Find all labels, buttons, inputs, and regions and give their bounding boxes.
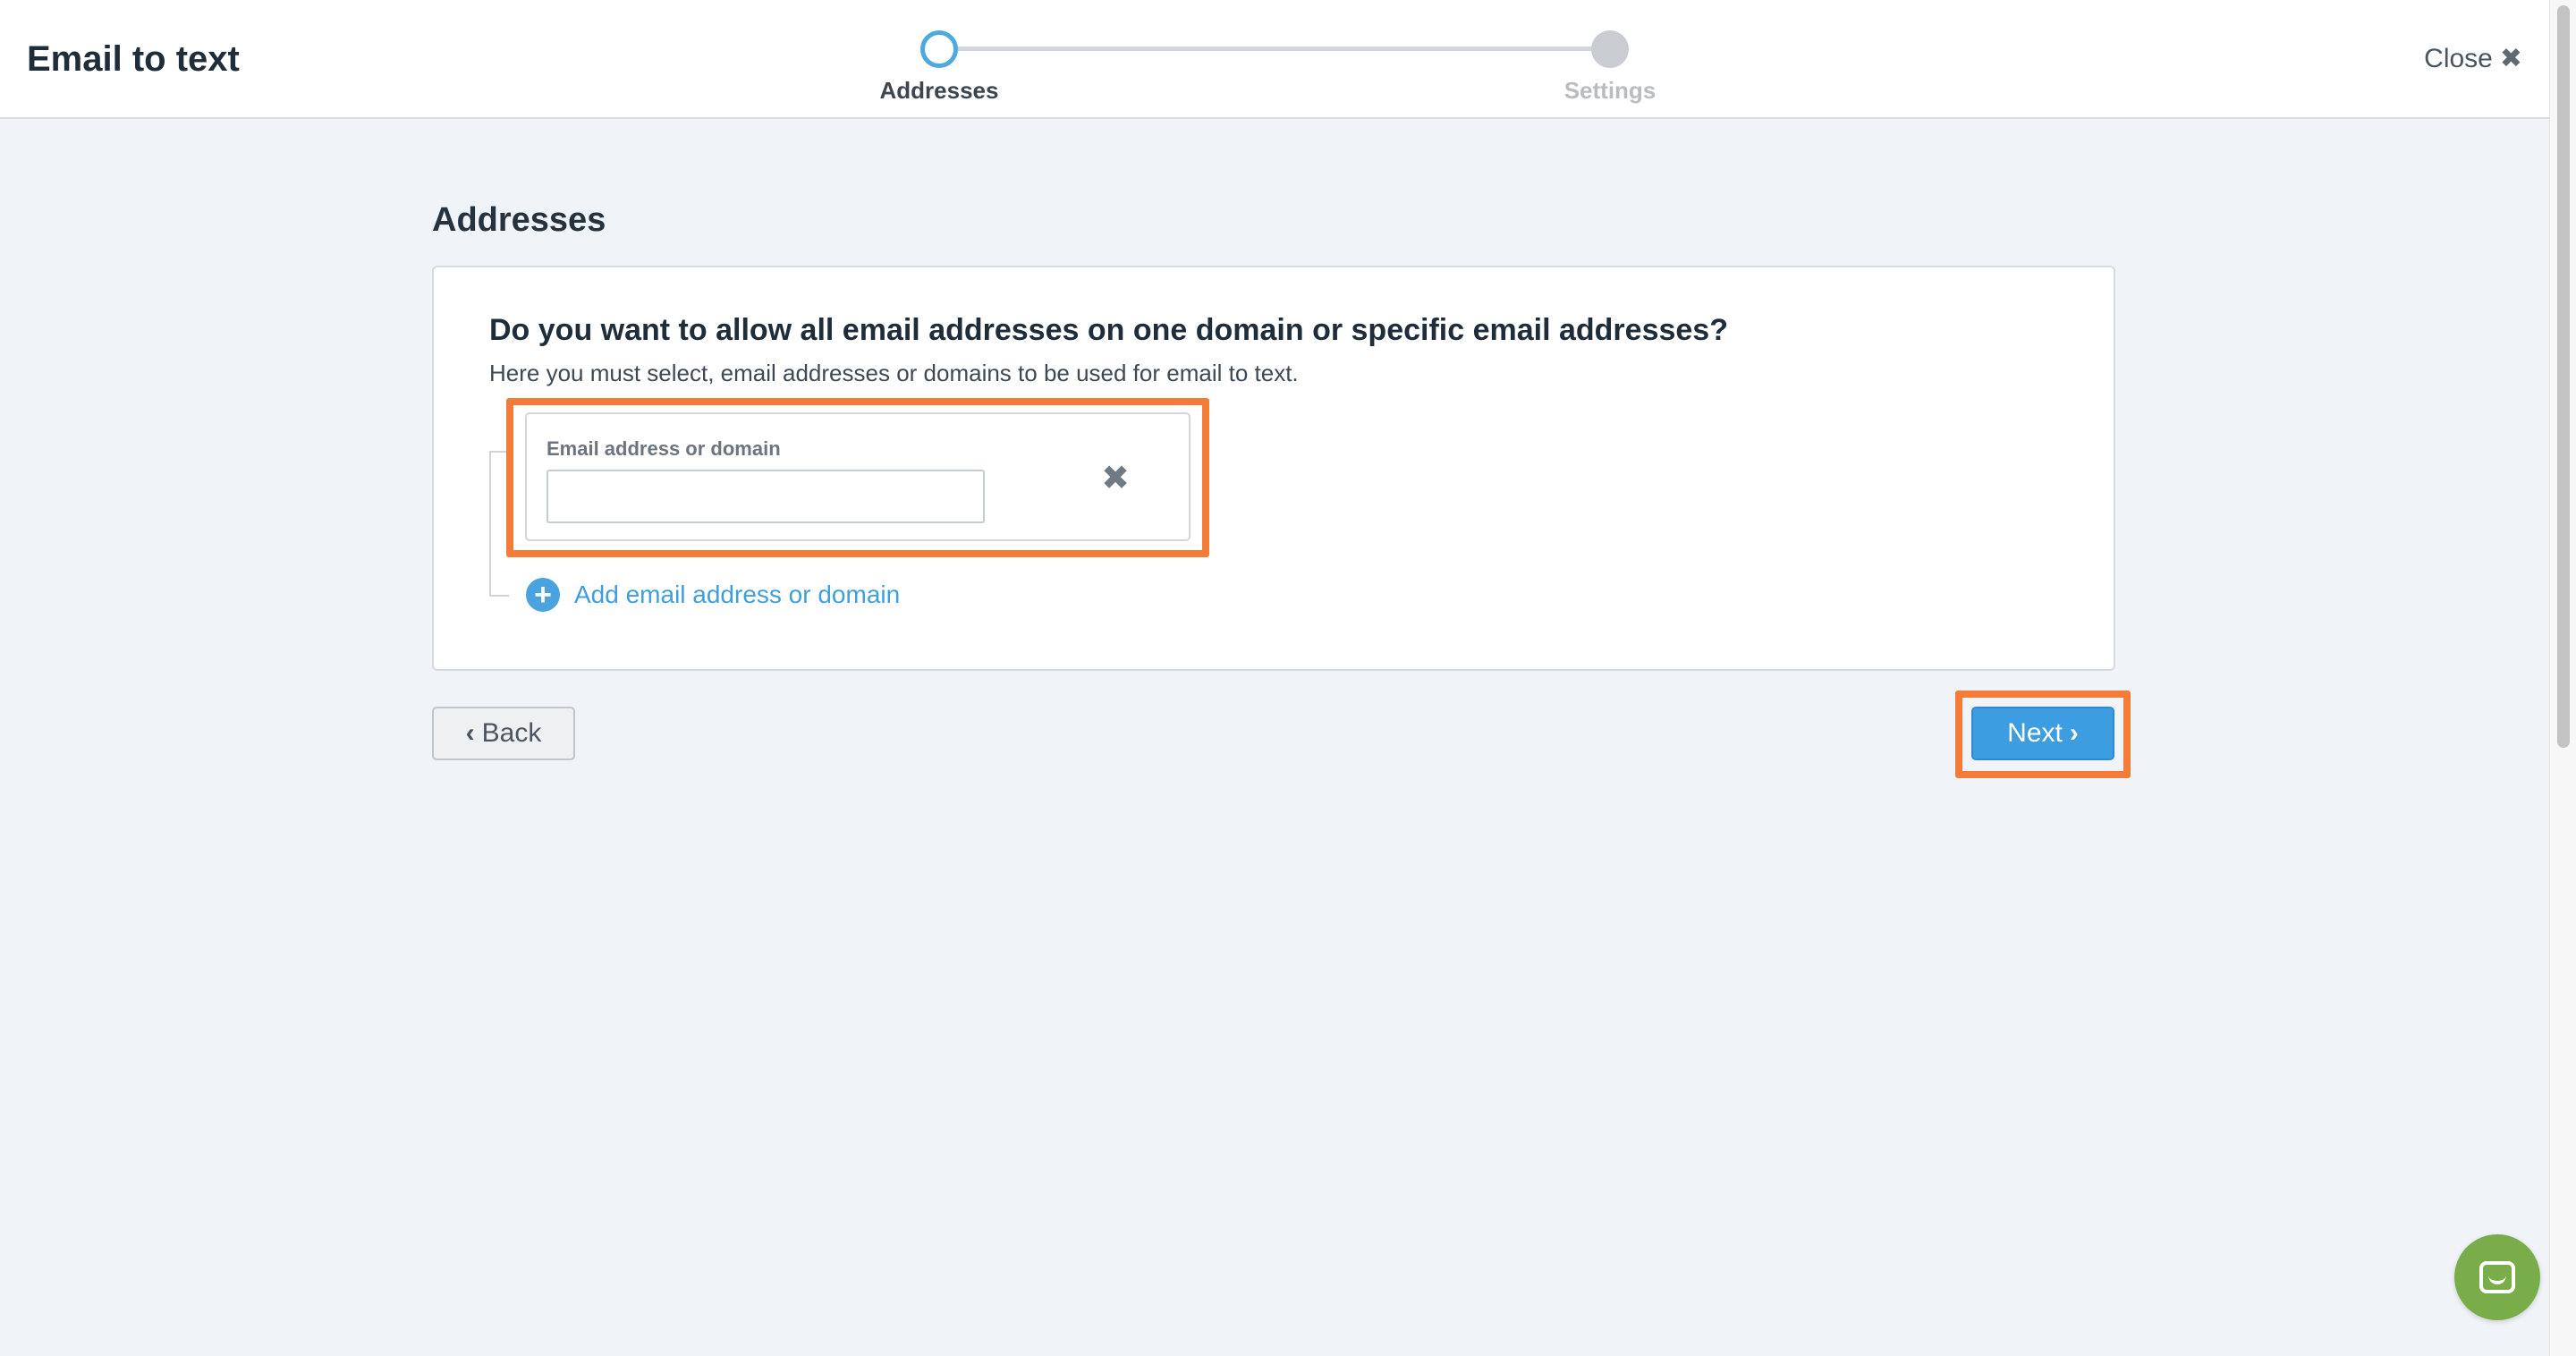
email-domain-label: Email address or domain	[547, 437, 781, 460]
help-text: Here you must select, email addresses or…	[489, 360, 1299, 386]
tree-connector	[489, 595, 509, 597]
vertical-scrollbar[interactable]	[2549, 0, 2576, 1356]
close-button[interactable]: Close ✖	[2424, 43, 2522, 74]
progress-stepper: Addresses Settings	[859, 13, 1682, 105]
add-address-label: Add email address or domain	[574, 581, 901, 608]
close-x-icon: ✖	[2499, 44, 2522, 73]
back-label: Back	[481, 718, 542, 748]
next-label: Next	[2007, 718, 2063, 748]
stepper-line	[937, 47, 1612, 51]
section-title: Addresses	[432, 201, 606, 239]
plus-circle-icon: +	[526, 578, 560, 612]
question-heading: Do you want to allow all email addresses…	[489, 313, 1728, 347]
back-button[interactable]: ‹ Back	[432, 707, 575, 760]
step-addresses[interactable]: Addresses	[859, 13, 1020, 105]
tree-connector	[489, 451, 491, 597]
next-button[interactable]: Next ›	[1971, 707, 2114, 760]
header-bar: Email to text Addresses Settings Close ✖	[0, 0, 2549, 119]
close-label: Close	[2424, 43, 2493, 73]
chat-icon	[2479, 1261, 2515, 1293]
add-address-link[interactable]: + Add email address or domain	[526, 578, 900, 612]
remove-entry-icon[interactable]: ✖	[1097, 461, 1133, 496]
chevron-left-icon: ‹	[465, 718, 475, 748]
step-dot-inactive-icon	[1591, 30, 1629, 68]
chevron-right-icon: ›	[2069, 718, 2079, 748]
app-title: Email to text	[27, 39, 240, 79]
email-domain-input[interactable]	[547, 470, 985, 523]
step-settings[interactable]: Settings	[1530, 13, 1690, 105]
step-label: Addresses	[879, 77, 999, 104]
addresses-card: Do you want to allow all email addresses…	[432, 266, 2115, 671]
step-label: Settings	[1563, 77, 1657, 104]
step-dot-active-icon	[920, 30, 958, 68]
app-viewport: Email to text Addresses Settings Close ✖…	[0, 0, 2549, 1356]
address-entry: Email address or domain ✖	[525, 412, 1191, 541]
scrollbar-thumb[interactable]	[2557, 5, 2570, 748]
chat-launcher-button[interactable]	[2454, 1234, 2540, 1320]
